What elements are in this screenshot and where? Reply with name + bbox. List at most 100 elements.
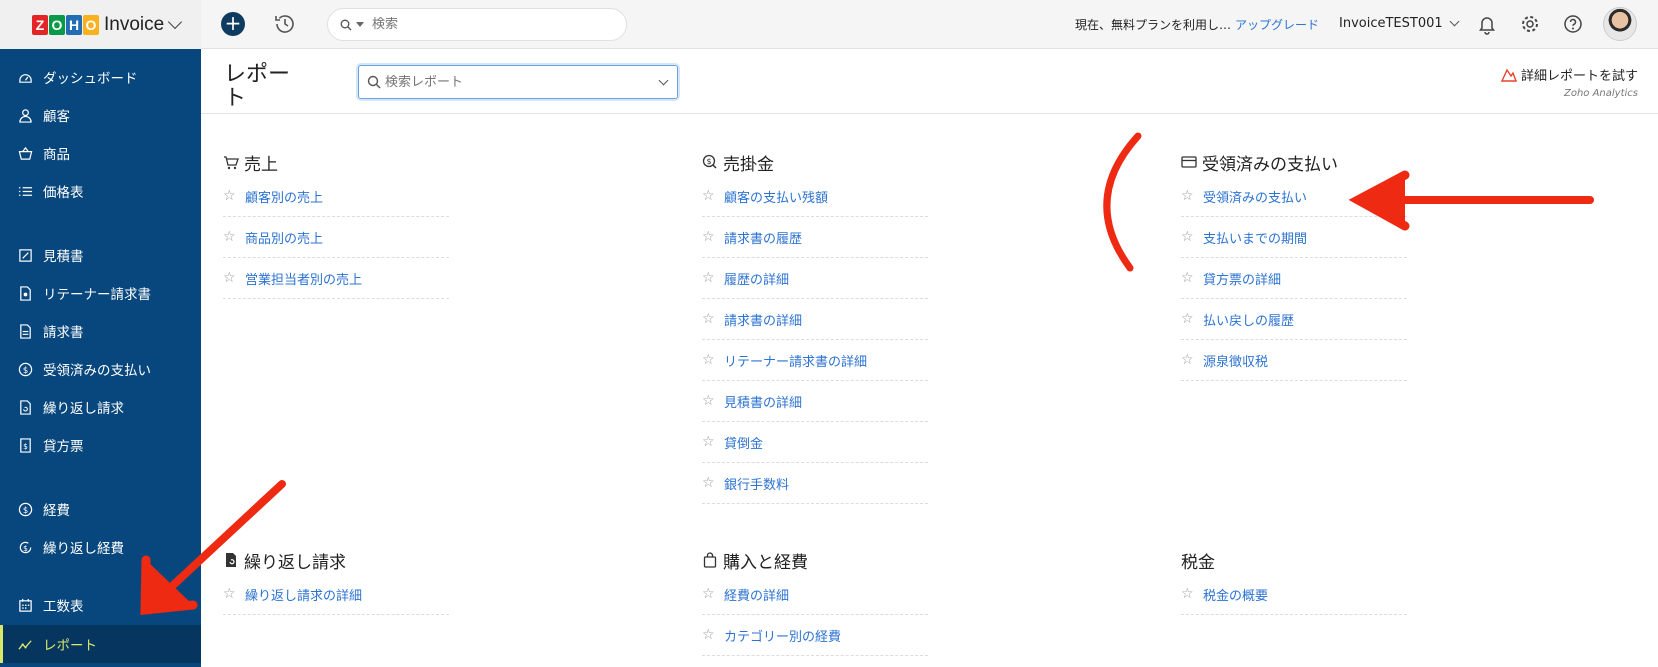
sidebar-item-label: 価格表: [43, 185, 84, 201]
report-link[interactable]: ☆ 請求書の詳細: [702, 299, 928, 340]
star-icon[interactable]: ☆: [1181, 586, 1195, 602]
sidebar-item-label: ダッシュボード: [43, 71, 138, 87]
section-title: 繰り返し請求: [223, 546, 463, 574]
report-link[interactable]: ☆ カテゴリー別の経費: [702, 615, 928, 656]
sidebar-item-expenses[interactable]: $ 経費: [0, 490, 201, 528]
section-title: 売上: [223, 148, 463, 176]
report-link[interactable]: ☆ 営業担当者別の売上: [223, 258, 449, 299]
gear-icon[interactable]: [1519, 13, 1541, 35]
chevron-down-icon: [1449, 16, 1460, 27]
star-icon[interactable]: ☆: [702, 188, 716, 204]
sidebar-item-dashboard[interactable]: ダッシュボード: [0, 58, 201, 96]
retainer-icon: [20, 285, 31, 301]
plan-notice: 現在、無料プランを利用し… アップグレード: [1075, 16, 1319, 33]
report-link[interactable]: ☆ 受領済みの支払い: [1181, 176, 1407, 217]
svg-text:$: $: [23, 543, 28, 552]
star-icon[interactable]: ☆: [223, 188, 237, 204]
global-search-input[interactable]: [372, 17, 592, 32]
sidebar-item-customers[interactable]: 顧客: [0, 96, 201, 134]
star-icon[interactable]: ☆: [223, 270, 237, 286]
report-link[interactable]: ☆ 顧客別の売上: [223, 176, 449, 217]
report-link[interactable]: ☆ 繰り返し請求の詳細: [223, 574, 449, 615]
credit-note-icon: $: [20, 437, 31, 453]
avatar[interactable]: [1603, 7, 1637, 41]
report-link[interactable]: ☆ 貸方票の詳細: [1181, 258, 1407, 299]
sidebar: ダッシュボード 顧客 商品 価格表 見積書 リテーナー請求書 請求書 $ 受領済…: [0, 49, 201, 667]
search-icon: [340, 19, 352, 30]
star-icon[interactable]: ☆: [702, 393, 716, 409]
report-link[interactable]: ☆ 顧客の支払い残額: [702, 176, 928, 217]
main-content: レポート 詳細レポートを試す Zoho Analytics 売上 ☆顧客別の売上…: [201, 49, 1658, 667]
star-icon[interactable]: ☆: [223, 229, 237, 245]
sidebar-item-retainer-invoices[interactable]: リテーナー請求書: [0, 274, 201, 312]
report-link[interactable]: ☆ 払い戻しの履歴: [1181, 299, 1407, 340]
sidebar-item-items[interactable]: 商品: [0, 134, 201, 172]
sidebar-item-payments-received[interactable]: $ 受領済みの支払い: [0, 350, 201, 388]
star-icon[interactable]: ☆: [702, 434, 716, 450]
star-icon[interactable]: ☆: [702, 352, 716, 368]
sidebar-item-label: リテーナー請求書: [43, 287, 151, 303]
star-icon[interactable]: ☆: [1181, 311, 1195, 327]
sidebar-item-invoices[interactable]: 請求書: [0, 312, 201, 350]
global-search[interactable]: [327, 8, 627, 41]
upgrade-link[interactable]: アップグレード: [1235, 18, 1319, 32]
star-icon[interactable]: ☆: [1181, 352, 1195, 368]
star-icon[interactable]: ☆: [702, 475, 716, 491]
report-link[interactable]: ☆ リテーナー請求書の詳細: [702, 340, 928, 381]
search-filter-caret-icon[interactable]: [356, 22, 364, 27]
sidebar-item-reports[interactable]: レポート: [0, 625, 201, 663]
star-icon[interactable]: ☆: [702, 586, 716, 602]
sidebar-item-credit-notes[interactable]: $ 貸方票: [0, 426, 201, 464]
star-icon[interactable]: ☆: [702, 627, 716, 643]
report-link[interactable]: ☆ 商品別の売上: [223, 217, 449, 258]
bell-icon[interactable]: [1476, 13, 1498, 35]
report-link[interactable]: ☆ 税金の概要: [1181, 574, 1407, 615]
reports-icon: [18, 639, 32, 650]
star-icon[interactable]: ☆: [702, 229, 716, 245]
sidebar-item-label: 貸方票: [43, 439, 84, 455]
app-name: Invoice: [104, 13, 165, 35]
quick-create-button[interactable]: +: [221, 12, 245, 36]
report-link[interactable]: ☆ 支払いまでの期間: [1181, 217, 1407, 258]
sidebar-item-estimates[interactable]: 見積書: [0, 236, 201, 274]
star-icon[interactable]: ☆: [702, 270, 716, 286]
star-icon[interactable]: ☆: [1181, 270, 1195, 286]
bag-icon: [703, 552, 717, 568]
report-link[interactable]: ☆ 経費の詳細: [702, 574, 928, 615]
report-link[interactable]: ☆ 見積書の詳細: [702, 381, 928, 422]
report-link[interactable]: ☆ 銀行手数料: [702, 463, 928, 504]
org-name: InvoiceTEST001: [1339, 16, 1443, 31]
report-link[interactable]: ☆ 請求書の履歴: [702, 217, 928, 258]
report-link[interactable]: ☆ 源泉徴収税: [1181, 340, 1407, 381]
sidebar-item-label: 繰り返し請求: [43, 401, 124, 417]
report-search[interactable]: [358, 65, 678, 99]
top-bar: Z O H O Invoice + 現在、無料プランを利用し…アップグレード I…: [0, 0, 1658, 49]
sidebar-item-price-lists[interactable]: 価格表: [0, 172, 201, 210]
list-icon: [18, 186, 33, 196]
star-icon[interactable]: ☆: [1181, 229, 1195, 245]
history-icon[interactable]: [273, 12, 297, 36]
expense-icon: $: [18, 502, 33, 516]
sidebar-item-label: 請求書: [43, 325, 84, 341]
report-link[interactable]: ☆ 履歴の詳細: [702, 258, 928, 299]
chevron-down-icon[interactable]: [658, 75, 669, 86]
timesheet-icon: [19, 598, 32, 612]
sidebar-item-timesheet[interactable]: 工数表: [0, 586, 201, 624]
star-icon[interactable]: ☆: [702, 311, 716, 327]
section-sales: 売上 ☆ 顧客別の売上 ☆ 商品別の売上 ☆ 営業担当者別の売上: [223, 148, 463, 299]
svg-text:$: $: [23, 504, 28, 514]
analytics-promo[interactable]: 詳細レポートを試す Zoho Analytics: [1500, 65, 1638, 99]
sidebar-item-label: 工数表: [43, 599, 84, 615]
report-search-input[interactable]: [385, 74, 645, 90]
sidebar-item-label: 経費: [43, 503, 70, 519]
app-switcher[interactable]: Z O H O Invoice: [0, 0, 201, 49]
star-icon[interactable]: ☆: [1181, 188, 1195, 204]
report-link[interactable]: ☆ 貸倒金: [702, 422, 928, 463]
sidebar-item-label: 繰り返し経費: [43, 541, 124, 557]
sidebar-item-recurring-expenses[interactable]: $ 繰り返し経費: [0, 528, 201, 566]
sidebar-item-recurring-invoices[interactable]: 繰り返し請求: [0, 388, 201, 426]
star-icon[interactable]: ☆: [223, 586, 237, 602]
cart-icon: [224, 156, 239, 170]
help-icon[interactable]: [1562, 13, 1584, 35]
organization-switcher[interactable]: InvoiceTEST001: [1339, 16, 1460, 31]
